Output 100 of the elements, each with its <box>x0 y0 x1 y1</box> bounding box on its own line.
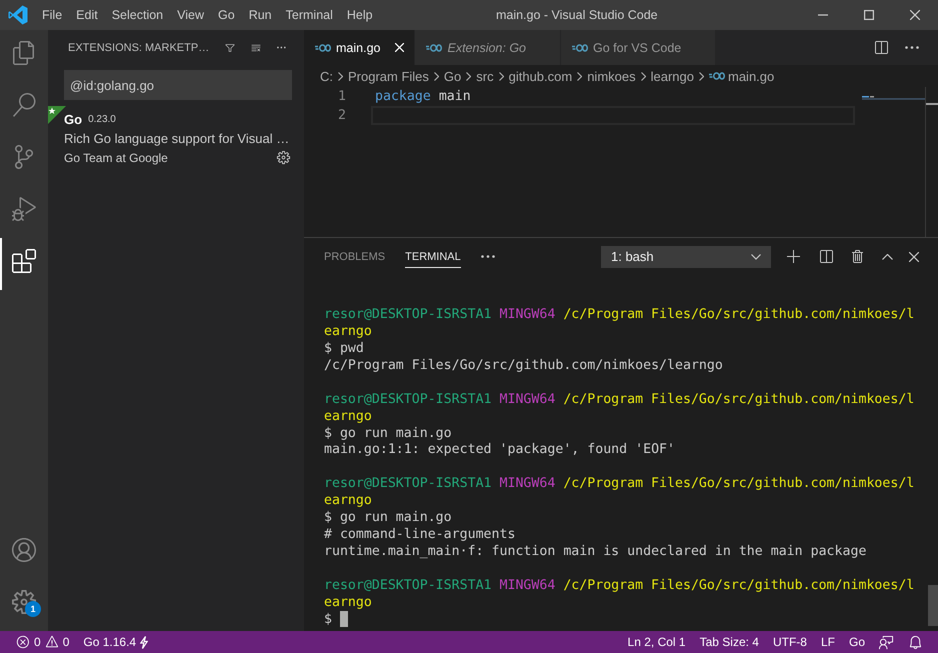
breadcrumb-item[interactable]: src <box>476 68 494 84</box>
lightning-icon <box>140 636 148 648</box>
chevron-right-icon <box>338 72 343 80</box>
extension-list-item[interactable]: Go 0.23.0 Rich Go language support for Visual … Go Team at Google <box>48 106 304 168</box>
error-icon <box>16 635 30 649</box>
menu-item[interactable]: Run <box>242 0 279 30</box>
terminal-path: /c/Program Files/Go/src/github.com/nimkoes/l <box>563 475 914 492</box>
terminal-path: /c/Program Files/Go/src/github.com/nimkoes/l <box>563 576 914 594</box>
code-identifier: main <box>438 89 471 104</box>
more-actions-icon[interactable] <box>905 46 919 49</box>
terminal-system-name: MINGW64 <box>500 576 556 594</box>
menu-item[interactable]: Go <box>211 0 242 30</box>
warning-icon <box>44 635 59 649</box>
terminal-path: earngo <box>324 322 372 340</box>
chevron-right-icon <box>699 72 704 80</box>
chevron-right-icon <box>434 72 439 80</box>
chevron-right-icon <box>577 72 582 80</box>
chevron-up-icon[interactable] <box>882 254 893 260</box>
code-keyword: package <box>375 89 431 104</box>
split-terminal-icon[interactable] <box>818 248 834 264</box>
terminal-user-host: resor@DESKTOP-ISRSTA1 <box>324 576 492 594</box>
terminal-path: earngo <box>324 492 372 510</box>
terminal-prompt: $ <box>324 610 332 628</box>
window-title: main.go - Visual Studio Code <box>496 8 658 22</box>
feedback-icon[interactable] <box>879 634 894 650</box>
line-number: 2 <box>337 108 346 123</box>
editor-tab[interactable]: Go for VS Code <box>561 30 716 65</box>
bell-icon[interactable] <box>908 634 923 650</box>
close-icon[interactable] <box>910 10 920 20</box>
maximize-icon[interactable] <box>864 10 874 20</box>
terminal-output: main.go:1:1: expected 'package', found 'EOF' <box>324 441 675 458</box>
add-icon[interactable] <box>786 248 802 264</box>
breadcrumb-item[interactable]: github.com <box>508 68 572 84</box>
extension-publisher: Go Team at Google <box>64 150 169 164</box>
terminal-path: earngo <box>324 594 372 611</box>
more-actions-icon[interactable] <box>480 255 495 258</box>
menu-item[interactable]: Help <box>340 0 380 30</box>
overview-ruler-mark <box>926 103 938 105</box>
breadcrumb-item[interactable]: C: <box>320 68 333 84</box>
minimize-icon[interactable] <box>818 14 828 16</box>
status-item[interactable]: LF <box>814 631 842 653</box>
panel-tab[interactable]: TERMINAL <box>405 246 461 268</box>
status-item[interactable]: Tab Size: 4 <box>692 631 766 653</box>
breadcrumb-item[interactable]: nimkoes <box>587 68 636 84</box>
terminal-output: runtime.main_main·f: function main is undeclared in the main package <box>324 543 866 560</box>
file-type-icon <box>709 72 725 80</box>
extension-name: Go <box>64 112 82 127</box>
editor-tab[interactable]: Extension: Go <box>415 30 561 65</box>
chevron-right-icon <box>498 72 504 80</box>
extension-version: 0.23.0 <box>88 114 116 125</box>
settings-icon[interactable] <box>276 150 291 165</box>
extensions-icon <box>12 249 36 273</box>
chevron-right-icon <box>466 72 472 80</box>
chevron-down-icon <box>751 254 761 260</box>
more-actions-icon[interactable] <box>277 46 286 49</box>
breadcrumb-item[interactable]: main.go <box>709 68 774 84</box>
breadcrumb-item[interactable]: learngo <box>650 68 694 84</box>
app-logo-icon <box>8 5 28 25</box>
status-item[interactable]: UTF-8 <box>766 631 814 653</box>
go-version-status[interactable]: Go 1.16.4 <box>76 631 156 653</box>
extension-description: Rich Go language support for Visual … <box>64 131 290 146</box>
block-cursor-icon <box>340 611 348 628</box>
file-type-icon <box>572 44 588 52</box>
terminal-output: $ pwd <box>324 340 364 357</box>
terminal-output: # command-line-arguments <box>324 526 516 544</box>
terminal-path: /c/Program Files/Go/src/github.com/nimkoes/l <box>563 390 914 408</box>
close-icon[interactable] <box>909 252 919 262</box>
play-bug-icon <box>12 197 36 221</box>
breadcrumb-item[interactable]: Program Files <box>348 68 429 84</box>
trash-icon[interactable] <box>850 248 866 264</box>
problems-status[interactable]: 0 0 <box>9 631 76 653</box>
menu-item[interactable]: Selection <box>104 0 170 30</box>
split-editor-icon[interactable] <box>873 40 889 56</box>
search-field[interactable]: @id:golang.go <box>64 70 292 100</box>
terminal-output: /c/Program Files/Go/src/github.com/nimkoes/learngo <box>324 356 723 374</box>
terminal-output: $ go run main.go <box>324 509 452 526</box>
activity-bar-item[interactable]: 1 <box>0 579 48 631</box>
files-icon <box>12 41 36 65</box>
terminal-output: $ go run main.go <box>324 424 452 442</box>
branch-icon <box>12 145 36 169</box>
sidebar-title: EXTENSIONS: MARKETP… <box>68 42 210 54</box>
menu-item[interactable]: Terminal <box>278 0 340 30</box>
update-count-badge: 1 <box>25 601 41 617</box>
menu-item[interactable]: View <box>170 0 212 30</box>
status-item[interactable]: Go <box>842 631 872 653</box>
terminal-user-host: resor@DESKTOP-ISRSTA1 <box>324 390 492 408</box>
menu-item[interactable]: File <box>35 0 70 30</box>
status-item[interactable]: Ln 2, Col 1 <box>620 631 693 653</box>
scrollbar-thumb[interactable] <box>928 585 938 626</box>
menu-item[interactable]: Edit <box>69 0 105 30</box>
editor-tab[interactable]: main.go <box>304 30 416 65</box>
terminal-system-name: MINGW64 <box>500 390 556 408</box>
account-icon <box>12 538 36 562</box>
panel-tab[interactable]: PROBLEMS <box>324 246 386 268</box>
terminal-system-name: MINGW64 <box>500 306 556 323</box>
terminal-path: /c/Program Files/Go/src/github.com/nimkoes/l <box>563 306 914 323</box>
breadcrumb-item[interactable]: Go <box>444 68 462 84</box>
terminal-user-host: resor@DESKTOP-ISRSTA1 <box>324 306 492 323</box>
terminal-path: earngo <box>324 408 372 425</box>
terminal-select[interactable]: 1: bash <box>601 246 771 268</box>
